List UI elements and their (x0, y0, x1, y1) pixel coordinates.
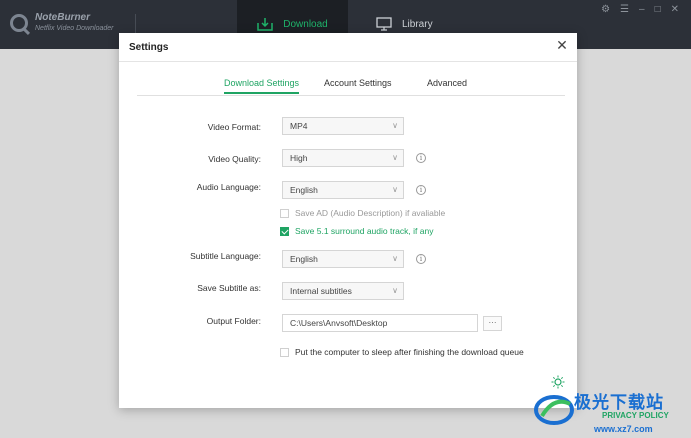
gear-icon[interactable]: ⚙ (601, 4, 610, 15)
app-name: NoteBurner (35, 12, 91, 23)
info-icon[interactable]: i (416, 185, 426, 195)
video-quality-label: Video Quality: (208, 154, 261, 164)
maximize-icon[interactable]: □ (655, 4, 661, 15)
logo-icon (10, 14, 28, 32)
audio-language-value: English (290, 185, 318, 195)
watermark-url: www.xz7.com (594, 424, 653, 434)
output-folder-label: Output Folder: (206, 316, 261, 326)
settings-tabs: Download Settings Account Settings Advan… (137, 78, 565, 96)
subtitle-language-label: Subtitle Language: (190, 251, 261, 261)
app-subtitle: Netflix Video Downloader (35, 25, 114, 32)
save-ad-label: Save AD (Audio Description) if avaliable (295, 208, 446, 218)
watermark: 极光下载站 PRIVACY POLICY www.xz7.com (532, 384, 691, 438)
chevron-down-icon: ∨ (392, 286, 398, 295)
dialog-title: Settings (129, 42, 169, 53)
chevron-down-icon: ∨ (392, 185, 398, 194)
sleep-checkbox[interactable]: Put the computer to sleep after finishin… (280, 347, 524, 357)
sleep-label: Put the computer to sleep after finishin… (295, 347, 524, 357)
video-format-label: Video Format: (207, 122, 261, 132)
checkbox-box[interactable] (280, 208, 289, 218)
chevron-down-icon: ∨ (392, 153, 398, 162)
video-format-value: MP4 (290, 121, 308, 131)
tab-download-settings[interactable]: Download Settings (224, 78, 300, 94)
audio-language-select[interactable]: English ∨ (282, 181, 404, 199)
video-format-select[interactable]: MP4 ∨ (282, 117, 404, 135)
save-subtitle-value: Internal subtitles (290, 286, 352, 296)
monitor-icon (376, 16, 392, 33)
minimize-icon[interactable]: – (639, 4, 645, 15)
info-icon[interactable]: i (416, 153, 426, 163)
audio-language-label: Audio Language: (196, 182, 261, 192)
tab-download-label: Download (283, 19, 328, 30)
save-ad-checkbox[interactable]: Save AD (Audio Description) if avaliable (280, 208, 445, 218)
output-folder-input[interactable]: C:\Users\Anvsoft\Desktop (282, 314, 478, 332)
privacy-policy-link[interactable]: PRIVACY POLICY (602, 411, 669, 420)
save-51-checkbox[interactable]: Save 5.1 surround audio track, if any (280, 226, 433, 236)
tab-account-settings[interactable]: Account Settings (324, 78, 392, 88)
checkbox-checked[interactable] (280, 226, 289, 236)
settings-dialog: Settings ✕ Download Settings Account Set… (119, 33, 577, 408)
info-icon[interactable]: i (416, 254, 426, 264)
save-subtitle-label: Save Subtitle as: (197, 283, 261, 293)
watermark-logo-icon (534, 395, 574, 425)
save-51-label: Save 5.1 surround audio track, if any (295, 226, 434, 236)
app-logo: NoteBurner Netflix Video Downloader (10, 12, 113, 34)
tab-advanced[interactable]: Advanced (427, 78, 467, 88)
download-icon (257, 17, 273, 33)
subtitle-language-value: English (290, 254, 318, 264)
chevron-down-icon: ∨ (392, 121, 398, 130)
tab-library-label: Library (402, 19, 433, 30)
video-quality-select[interactable]: High ∨ (282, 149, 404, 167)
browse-folder-button[interactable]: ··· (483, 316, 502, 331)
window-controls: ⚙ ☰ – □ ✕ (601, 4, 679, 15)
watermark-text: 极光下载站 (574, 393, 664, 413)
save-subtitle-select[interactable]: Internal subtitles ∨ (282, 282, 404, 300)
dialog-close-icon[interactable]: ✕ (555, 38, 569, 52)
checkbox-box[interactable] (280, 347, 289, 357)
video-quality-value: High (290, 153, 308, 163)
chevron-down-icon: ∨ (392, 254, 398, 263)
subtitle-language-select[interactable]: English ∨ (282, 250, 404, 268)
dialog-divider (119, 61, 577, 62)
close-icon[interactable]: ✕ (671, 4, 679, 15)
output-folder-value: C:\Users\Anvsoft\Desktop (290, 318, 388, 328)
hamburger-icon[interactable]: ☰ (620, 4, 629, 15)
